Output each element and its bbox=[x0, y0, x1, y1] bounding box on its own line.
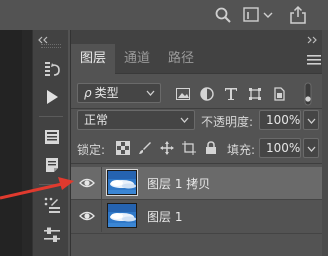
panel-menu-icon[interactable] bbox=[307, 54, 321, 65]
blend-mode-select[interactable]: 正常 bbox=[77, 110, 195, 130]
chevron-down-icon bbox=[307, 146, 316, 152]
history-icon[interactable] bbox=[41, 58, 63, 80]
filter-toggle-icon[interactable] bbox=[303, 82, 313, 106]
dock-separator bbox=[39, 116, 63, 117]
layers-panel: 图层 通道 路径 ρ 类型 正常 不透明度: 100% 锁定: 填充: 100%… bbox=[38, 30, 328, 256]
opacity-label: 不透明度: bbox=[201, 115, 254, 129]
blend-mode-value: 正常 bbox=[84, 113, 109, 127]
lock-image-pixels-icon[interactable] bbox=[137, 140, 153, 156]
lock-position-icon[interactable] bbox=[159, 140, 175, 156]
panel-divider bbox=[71, 108, 328, 109]
fill-dropdown[interactable] bbox=[303, 138, 319, 158]
share-icon[interactable] bbox=[288, 5, 308, 25]
lock-artboard-icon[interactable] bbox=[181, 140, 197, 156]
collapse-panel-icon[interactable] bbox=[307, 33, 321, 44]
layer-filter-select[interactable]: ρ 类型 bbox=[77, 83, 161, 103]
tab-channels[interactable]: 通道 bbox=[117, 44, 157, 74]
type-filter-icon[interactable] bbox=[223, 86, 239, 102]
layer-row-copy[interactable]: 图层 1 拷贝 bbox=[71, 167, 328, 199]
tab-layers[interactable]: 图层 bbox=[71, 44, 115, 74]
window-arrange-icon[interactable] bbox=[243, 7, 273, 23]
layer-row-original[interactable]: 图层 1 bbox=[71, 200, 328, 232]
top-bar bbox=[0, 0, 328, 30]
chevron-down-icon bbox=[307, 118, 316, 124]
panel-scrollbar[interactable] bbox=[322, 30, 328, 256]
opacity-input[interactable]: 100% bbox=[259, 110, 301, 130]
opacity-dropdown[interactable] bbox=[303, 110, 319, 130]
search-icon[interactable] bbox=[214, 6, 232, 24]
annotation-arrow-icon bbox=[0, 177, 74, 200]
layer-thumbnail bbox=[107, 203, 137, 228]
visibility-eye-icon[interactable] bbox=[79, 209, 95, 223]
layer-name[interactable]: 图层 1 拷贝 bbox=[147, 175, 210, 192]
tab-paths[interactable]: 路径 bbox=[161, 44, 201, 74]
notes-icon[interactable] bbox=[41, 154, 63, 176]
fill-input[interactable]: 100% bbox=[259, 138, 301, 158]
row-separator bbox=[101, 200, 102, 232]
lock-all-icon[interactable] bbox=[203, 140, 219, 156]
canvas-pasteboard bbox=[0, 30, 22, 256]
document-canvas[interactable] bbox=[0, 30, 32, 256]
properties-icon[interactable] bbox=[41, 126, 63, 148]
visibility-eye-icon[interactable] bbox=[79, 176, 95, 190]
dock-grip[interactable] bbox=[41, 44, 61, 48]
panel-header bbox=[71, 30, 328, 44]
panel-dock-strip bbox=[32, 30, 68, 256]
lock-label: 锁定: bbox=[77, 143, 106, 157]
image-filter-icon[interactable] bbox=[175, 86, 191, 102]
chevron-down-icon bbox=[180, 117, 189, 123]
lock-transparent-pixels-icon[interactable] bbox=[115, 140, 131, 156]
adjustment-filter-icon[interactable] bbox=[199, 86, 215, 102]
layer-thumbnail bbox=[106, 169, 138, 196]
adjustments-icon[interactable] bbox=[41, 224, 63, 246]
search-prefix-icon: ρ bbox=[84, 86, 92, 100]
filter-type-label: 类型 bbox=[94, 86, 119, 100]
panel-tabs: 图层 通道 路径 bbox=[71, 44, 328, 74]
row-separator bbox=[101, 167, 102, 199]
layer-name[interactable]: 图层 1 bbox=[147, 208, 182, 225]
smart-object-filter-icon[interactable] bbox=[271, 86, 287, 102]
panel-divider bbox=[71, 163, 328, 164]
layer-divider bbox=[71, 233, 328, 234]
chevron-down-icon bbox=[146, 90, 155, 96]
shape-filter-icon[interactable] bbox=[247, 86, 263, 102]
photoshop-window: 图层 通道 路径 ρ 类型 正常 不透明度: 100% 锁定: 填充: 100%… bbox=[0, 0, 328, 256]
play-action-icon[interactable] bbox=[41, 86, 63, 108]
fill-label: 填充: bbox=[227, 143, 256, 157]
collapse-dock-icon[interactable] bbox=[37, 33, 51, 44]
